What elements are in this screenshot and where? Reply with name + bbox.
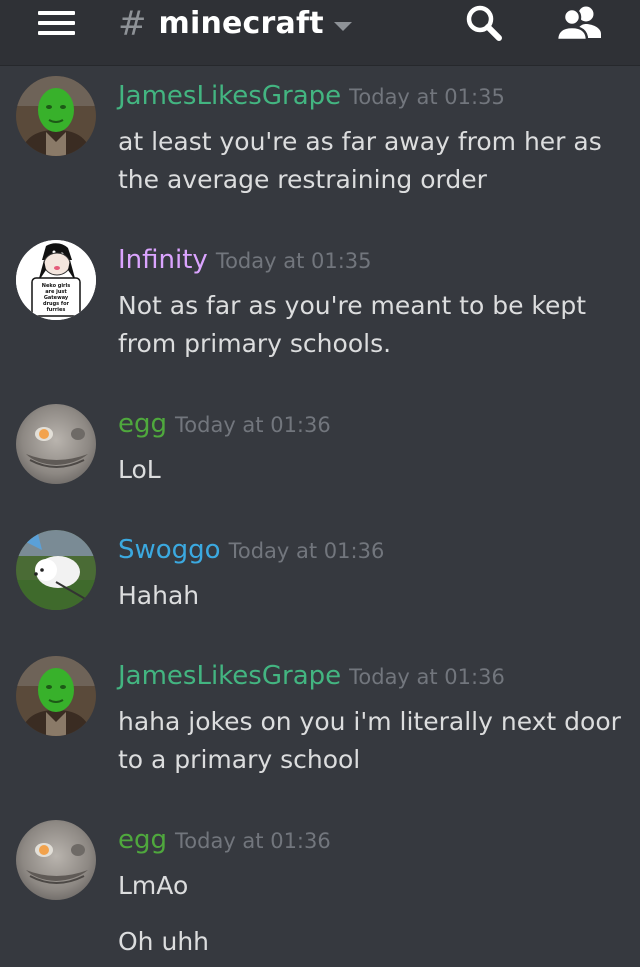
- avatar[interactable]: [16, 530, 96, 610]
- message-content: haha jokes on you i'm literally next doo…: [118, 703, 628, 779]
- message-line: haha jokes on you i'm literally next doo…: [118, 707, 621, 736]
- avatar[interactable]: [16, 76, 96, 156]
- channel-name: minecraft: [158, 6, 324, 41]
- chevron-down-icon: [333, 21, 352, 31]
- message-line: Oh uhh: [118, 927, 210, 956]
- message-content: at least you're as far away from her as …: [118, 123, 628, 199]
- username[interactable]: Infinity: [118, 245, 208, 275]
- username[interactable]: JamesLikesGrape: [118, 81, 341, 111]
- username[interactable]: Swoggo: [118, 535, 221, 565]
- username[interactable]: egg: [118, 825, 167, 855]
- message-line: from primary schools.: [118, 329, 392, 358]
- message-line: Not as far as you're meant to be kept: [118, 291, 587, 320]
- message-line-spacer: [118, 905, 628, 923]
- message-line: to a primary school: [118, 745, 361, 774]
- timestamp: Today at 01:36: [349, 665, 505, 689]
- message-content: LoL: [118, 451, 628, 489]
- message-line: at least you're as far away from her as: [118, 127, 602, 156]
- hash-icon: #: [118, 4, 147, 44]
- discord-mobile-app: # minecraft JamesLikesGrape Today at 01:…: [0, 0, 640, 967]
- message-content: Not as far as you're meant to be kept fr…: [118, 287, 628, 363]
- message-line: Hahah: [118, 581, 200, 610]
- timestamp: Today at 01:36: [228, 539, 385, 563]
- username[interactable]: egg: [118, 409, 167, 439]
- menu-icon[interactable]: [38, 9, 76, 37]
- timestamp: Today at 01:36: [175, 829, 331, 853]
- avatar[interactable]: [16, 656, 96, 736]
- avatar[interactable]: [16, 404, 96, 484]
- avatar[interactable]: Neko girls are just Gateway drugs for fu…: [16, 240, 96, 320]
- channel-title[interactable]: # minecraft: [118, 2, 352, 46]
- members-icon[interactable]: [555, 4, 603, 42]
- timestamp: Today at 01:35: [215, 249, 372, 273]
- channel-header: # minecraft: [0, 0, 640, 66]
- message-line: LoL: [118, 455, 161, 484]
- message-content: Hahah: [118, 577, 628, 615]
- avatar-caption-line: furries: [47, 307, 66, 313]
- message-line: the average restraining order: [118, 165, 487, 194]
- message-line: LmAo: [118, 871, 189, 900]
- message-content: LmAo Oh uhh: [118, 867, 628, 961]
- search-icon[interactable]: [465, 4, 503, 42]
- timestamp: Today at 01:36: [175, 413, 331, 437]
- avatar[interactable]: [16, 820, 96, 900]
- timestamp: Today at 01:35: [349, 85, 505, 109]
- username[interactable]: JamesLikesGrape: [118, 661, 341, 691]
